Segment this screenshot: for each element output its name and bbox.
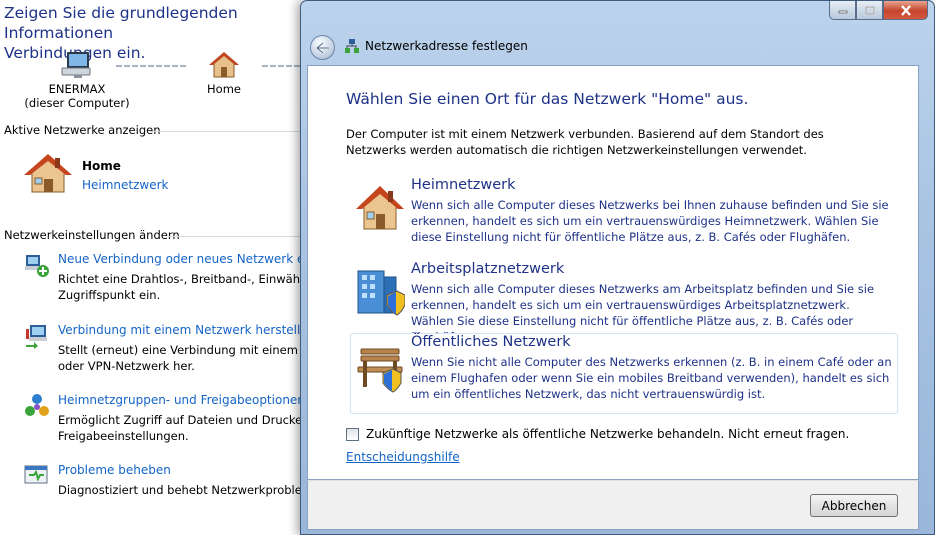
map-network-node[interactable]: Home: [196, 50, 252, 96]
location-description: Wenn sich alle Computer dieses Netzwerks…: [411, 198, 889, 244]
home-network-icon: [24, 154, 72, 193]
active-networks-label: Aktive Netzwerke anzeigen: [4, 123, 161, 137]
close-button[interactable]: [883, 1, 928, 20]
set-network-location-dialog: Netzwerkadresse festlegen Wählen Sie ein…: [300, 0, 935, 535]
section-divider: [150, 131, 300, 132]
maximize-button[interactable]: [856, 1, 883, 20]
treat-as-public-checkbox[interactable]: [346, 428, 359, 441]
task-description: Stellt (erneut) eine Verbindung mit eine…: [58, 343, 328, 373]
task-title[interactable]: Verbindung mit einem Netzwerk herstellen: [58, 323, 315, 337]
maximize-icon: [864, 5, 875, 15]
computer-name: ENERMAX: [48, 82, 106, 96]
task-description: Ermöglicht Zugriff auf Dateien und Druck…: [58, 413, 328, 443]
park-bench-icon: [357, 348, 403, 393]
computer-subtitle: (dieser Computer): [24, 96, 130, 110]
network-name: Home: [207, 82, 241, 96]
active-network-name: Home: [82, 159, 121, 173]
location-option-public[interactable]: Öffentliches Netzwerk Wenn Sie nicht all…: [350, 333, 898, 414]
office-building-icon: [357, 270, 405, 316]
map-computer-node[interactable]: ENERMAX (dieser Computer): [22, 50, 132, 110]
task-description: Diagnostiziert und behebt Netzwerkproble…: [58, 483, 324, 497]
map-connector-line-2: [262, 65, 302, 67]
decision-help-link[interactable]: Entscheidungshilfe: [346, 450, 460, 464]
caption-buttons: [829, 1, 928, 21]
location-title: Heimnetzwerk: [411, 177, 516, 193]
change-settings-label: Netzwerkeinstellungen ändern: [4, 228, 180, 242]
location-title: Arbeitsplatznetzwerk: [411, 261, 565, 277]
treat-as-public-label[interactable]: Zukünftige Netzwerke als öffentliche Net…: [366, 427, 849, 441]
location-option-home[interactable]: Heimnetzwerk Wenn sich alle Computer die…: [350, 176, 898, 256]
location-description: Wenn Sie nicht alle Computer des Netzwer…: [411, 355, 892, 401]
location-option-work[interactable]: Arbeitsplatznetzwerk Wenn sich alle Comp…: [350, 260, 898, 344]
minimize-icon: [838, 10, 847, 14]
back-arrow-icon: [315, 41, 329, 54]
new-connection-icon: [25, 255, 49, 277]
task-description: Richtet eine Drahtlos-, Breitband-, Einw…: [58, 272, 328, 302]
dialog-title: Wählen Sie einen Ort für das Netzwerk "H…: [346, 90, 749, 108]
minimize-button[interactable]: [829, 1, 856, 20]
homegroup-icon: [25, 394, 49, 416]
dialog-intro-text: Der Computer ist mit einem Netzwerk verb…: [346, 127, 824, 157]
active-network-type-link[interactable]: Heimnetzwerk: [82, 178, 169, 192]
dialog-caption: Netzwerkadresse festlegen: [365, 39, 528, 53]
home-icon: [209, 52, 239, 78]
task-title[interactable]: Probleme beheben: [58, 463, 171, 477]
section-divider-2: [168, 236, 300, 237]
cancel-button[interactable]: Abbrechen: [810, 494, 898, 517]
computer-icon: [61, 52, 91, 78]
close-icon: [900, 4, 911, 16]
dialog-content: Wählen Sie einen Ort für das Netzwerk "H…: [307, 65, 919, 480]
troubleshoot-icon: [24, 465, 48, 484]
page-heading-line1: Zeigen Sie die grundlegenden Information…: [4, 4, 238, 42]
home-icon: [356, 186, 404, 230]
map-connector-line: [116, 65, 186, 67]
dialog-footer: Abbrechen: [307, 480, 919, 530]
location-title: Öffentliches Netzwerk: [411, 334, 571, 350]
back-button[interactable]: [310, 35, 335, 60]
network-icon: [345, 39, 359, 53]
connect-network-icon: [26, 325, 47, 349]
